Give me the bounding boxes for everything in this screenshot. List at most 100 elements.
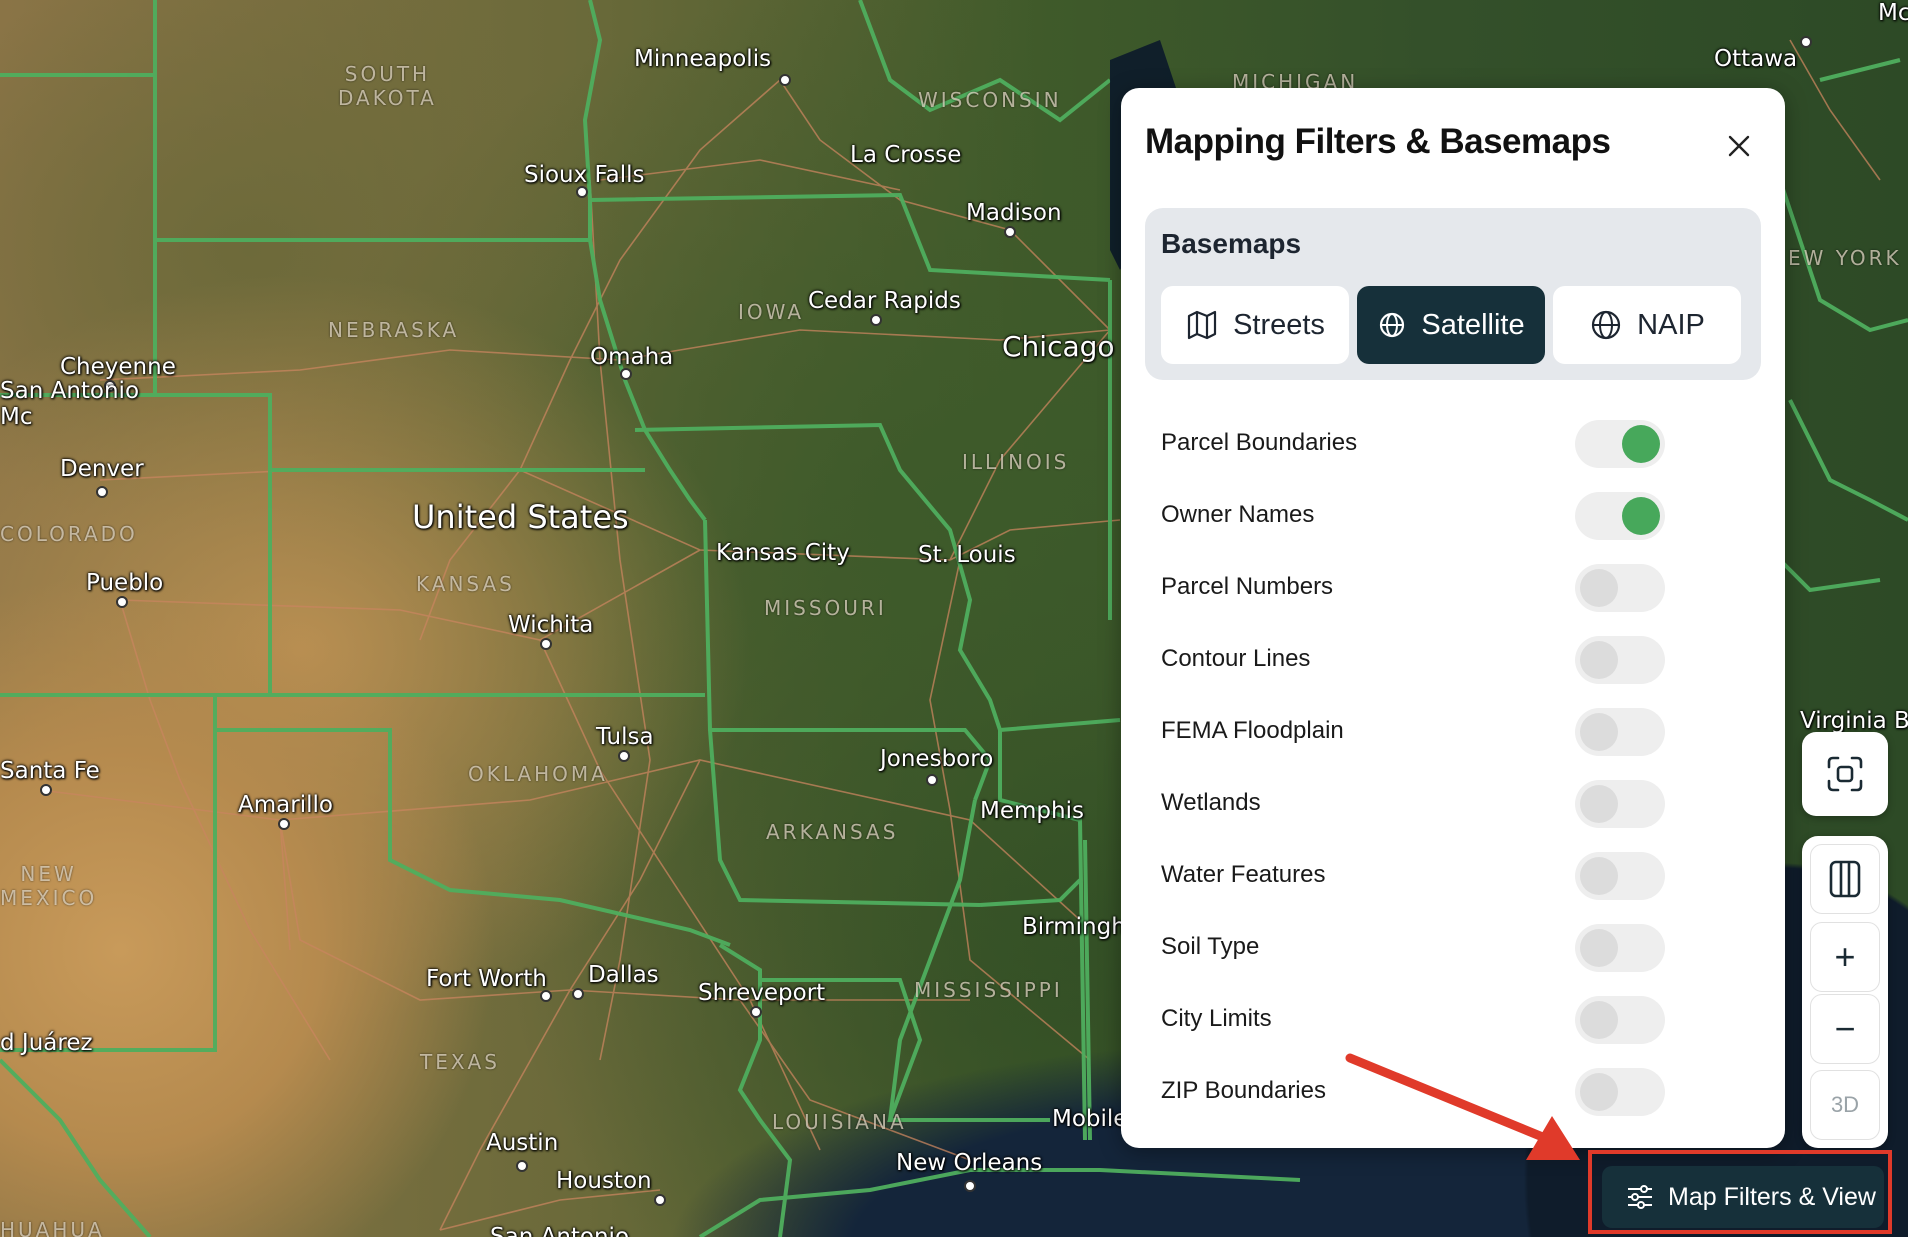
layer-label: Contour Lines [1161, 645, 1311, 672]
city-marker [926, 774, 938, 786]
mapping-filters-panel: Mapping Filters & Basemaps Basemaps Stre… [1121, 88, 1785, 1148]
compare-button[interactable] [1810, 844, 1880, 914]
fullscreen-button[interactable] [1802, 732, 1888, 816]
city-label-steamboat: San Antonio [0, 378, 140, 404]
basemap-naip-button[interactable]: NAIP [1553, 286, 1741, 364]
city-label-fort-worth: Fort Worth [426, 966, 547, 992]
city-marker [96, 486, 108, 498]
city-label-amarillo: Amarillo [238, 792, 333, 818]
city-label-pueblo: Pueblo [86, 570, 164, 596]
state-label-nebraska: NEBRASKA [328, 318, 460, 342]
basemap-satellite-button[interactable]: Satellite [1357, 286, 1545, 364]
zoom-in-button[interactable]: + [1810, 922, 1880, 992]
layer-label: FEMA Floodplain [1161, 717, 1344, 744]
layer-row-water-features: Water Features [1161, 848, 1745, 904]
city-marker [654, 1194, 666, 1206]
city-label-virginia-beach: Virginia Be [1800, 708, 1908, 734]
state-label-illinois: ILLINOIS [962, 450, 1070, 474]
layer-label: Soil Type [1161, 933, 1260, 960]
close-button[interactable] [1719, 126, 1759, 166]
city-label-minneapolis: Minneapolis [634, 46, 772, 72]
layer-row-contour-lines: Contour Lines [1161, 632, 1745, 688]
basemaps-section: Basemaps Streets Satellite NAIP [1145, 208, 1761, 380]
toggle-water-features[interactable] [1575, 852, 1665, 900]
close-icon [1728, 135, 1750, 157]
state-label-missouri: MISSOURI [764, 596, 887, 620]
city-marker [116, 596, 128, 608]
globe-icon [1380, 312, 1405, 338]
sliders-icon [1628, 1185, 1652, 1209]
city-label-san-antonio: San Antonio [490, 1224, 630, 1237]
city-marker [750, 1006, 762, 1018]
city-marker [516, 1160, 528, 1172]
3d-button[interactable]: 3D [1810, 1070, 1880, 1140]
toggle-soil-type[interactable] [1575, 924, 1665, 972]
city-label-sioux-falls: Sioux Falls [524, 162, 645, 188]
city-marker [620, 368, 632, 380]
state-label-iowa: IOWA [738, 300, 805, 324]
state-label-arkansas: ARKANSAS [766, 820, 899, 844]
city-label-denver: Denver [60, 456, 144, 482]
split-view-icon [1829, 860, 1861, 898]
state-label-colorado: COLORADO [0, 522, 138, 546]
city-label-juarez: d Juárez [0, 1030, 93, 1056]
city-marker [540, 638, 552, 650]
state-label-kansas: KANSAS [416, 572, 515, 596]
zoom-out-button[interactable]: − [1810, 994, 1880, 1064]
city-label-austin: Austin [486, 1130, 559, 1156]
layer-row-fema-floodplain: FEMA Floodplain [1161, 704, 1745, 760]
toggle-wetlands[interactable] [1575, 780, 1665, 828]
city-label-omaha: Omaha [590, 344, 674, 370]
layer-label: City Limits [1161, 1005, 1272, 1032]
layer-label: Wetlands [1161, 789, 1261, 816]
state-label-mississippi: MISSISSIPPI [914, 978, 1063, 1002]
toggle-knob [1580, 713, 1618, 751]
city-marker [278, 818, 290, 830]
city-label-st-louis: St. Louis [918, 542, 1016, 568]
city-label-ottawa: Ottawa [1714, 46, 1798, 72]
layer-label: Parcel Numbers [1161, 573, 1334, 600]
city-marker [576, 186, 588, 198]
layer-label: Owner Names [1161, 501, 1315, 528]
city-label-madison: Madison [966, 200, 1062, 226]
toggle-city-limits[interactable] [1575, 996, 1665, 1044]
map-filters-view-button[interactable]: Map Filters & View [1602, 1166, 1884, 1228]
basemap-satellite-label: Satellite [1421, 308, 1525, 341]
city-marker [40, 784, 52, 796]
city-label-cheyenne: Cheyenne [60, 354, 176, 380]
city-marker [964, 1180, 976, 1192]
layer-row-parcel-boundaries: Parcel Boundaries [1161, 416, 1745, 472]
toggle-contour-lines[interactable] [1575, 636, 1665, 684]
city-marker [1004, 226, 1016, 238]
toggle-knob [1580, 569, 1618, 607]
city-label-tulsa: Tulsa [596, 724, 654, 750]
state-label-new-mexico: NEW MEXICO [0, 862, 98, 910]
city-label-new-orleans: New Orleans [896, 1150, 1043, 1176]
city-label-cedar-rapids: Cedar Rapids [808, 288, 961, 314]
city-marker [870, 314, 882, 326]
toggle-owner-names[interactable] [1575, 492, 1665, 540]
layer-label: Parcel Boundaries [1161, 429, 1358, 456]
city-marker [540, 990, 552, 1002]
toggle-knob [1622, 425, 1660, 463]
layer-row-parcel-numbers: Parcel Numbers [1161, 560, 1745, 616]
state-label-new-york: EW YORK [1788, 246, 1902, 270]
map-icon [1187, 310, 1217, 340]
city-label-chicago: Chicago [1002, 330, 1115, 363]
toggle-parcel-numbers[interactable] [1575, 564, 1665, 612]
toggle-knob [1580, 641, 1618, 679]
city-label-kansas-city: Kansas City [716, 540, 850, 566]
panel-title: Mapping Filters & Basemaps [1145, 122, 1611, 161]
state-label-oklahoma: OKLAHOMA [468, 762, 608, 786]
city-label-wichita: Wichita [508, 612, 594, 638]
toggle-parcel-boundaries[interactable] [1575, 420, 1665, 468]
toggle-knob [1622, 497, 1660, 535]
basemap-streets-button[interactable]: Streets [1161, 286, 1349, 364]
toggle-fema-floodplain[interactable] [1575, 708, 1665, 756]
map-controls-stack: + − 3D [1802, 836, 1888, 1148]
city-label-mc: Mc [1878, 0, 1908, 26]
basemap-streets-label: Streets [1233, 308, 1325, 341]
layer-row-wetlands: Wetlands [1161, 776, 1745, 832]
toggle-knob [1580, 929, 1618, 967]
map-filters-view-label: Map Filters & View [1668, 1182, 1876, 1211]
